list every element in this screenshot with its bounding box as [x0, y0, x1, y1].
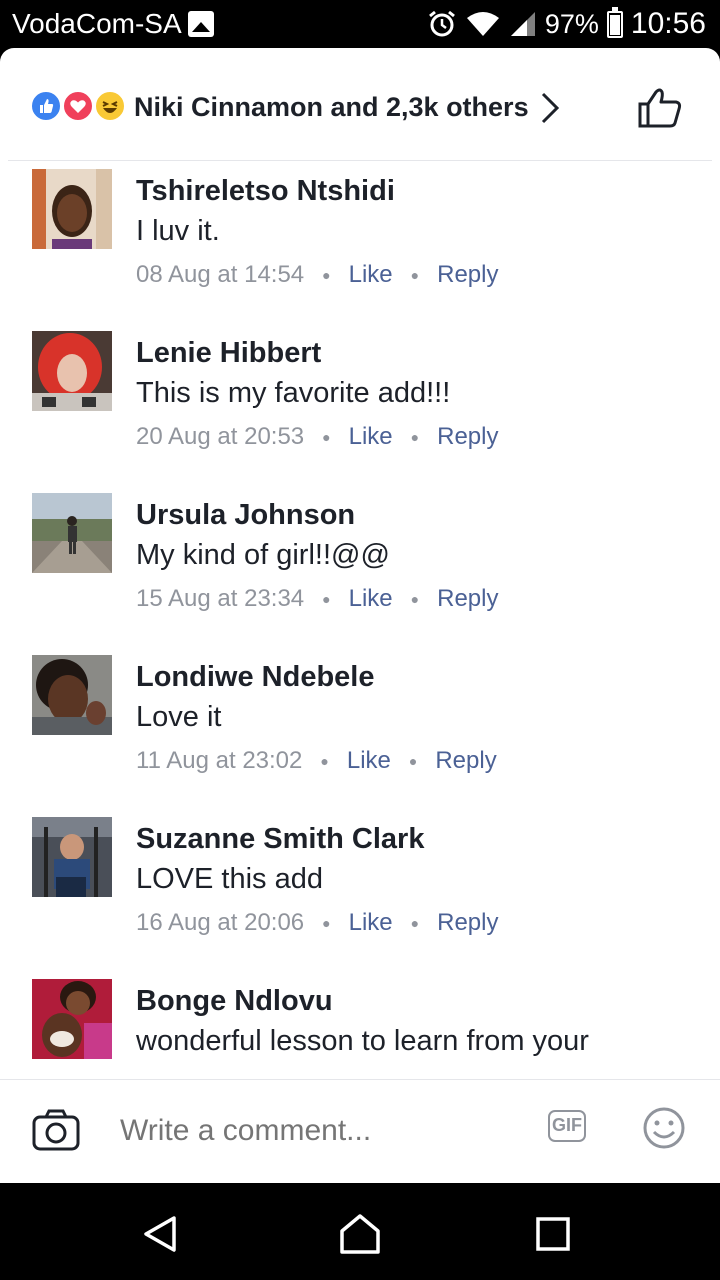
comments-sheet: Niki Cinnamon and 2,3k others Tshirelets… [0, 48, 720, 1183]
like-link[interactable]: Like [349, 423, 393, 451]
reply-link[interactable]: Reply [435, 747, 496, 775]
comment-meta: 20 Aug at 20:53 ● Like ● Reply [136, 423, 498, 451]
separator-dot: ● [410, 267, 420, 283]
reply-link[interactable]: Reply [437, 261, 498, 289]
home-icon[interactable] [338, 1213, 382, 1255]
comment-timestamp: 08 Aug at 14:54 [136, 261, 305, 288]
avatar[interactable] [32, 169, 112, 249]
thumbs-up-icon[interactable] [636, 86, 684, 130]
reaction-icons [30, 90, 130, 124]
chevron-right-icon[interactable] [538, 90, 562, 126]
comment-item: Ursula Johnson My kind of girl!!@@ 15 Au… [0, 485, 720, 647]
like-link[interactable]: Like [349, 909, 393, 937]
status-icons: 97% 10:56 [427, 6, 706, 40]
reply-link[interactable]: Reply [437, 423, 498, 451]
reactors-summary[interactable]: Niki Cinnamon and 2,3k others [134, 92, 529, 123]
battery-icon [606, 6, 623, 38]
carrier-name: VodaCom-SA [12, 8, 182, 39]
alarm-icon [428, 10, 455, 37]
like-link[interactable]: Like [349, 261, 393, 289]
haha-reaction-icon [94, 90, 126, 122]
avatar[interactable] [32, 655, 112, 735]
separator-dot: ● [408, 753, 418, 769]
comment-item: Suzanne Smith Clark LOVE this add 16 Aug… [0, 809, 720, 971]
comment-author[interactable]: Suzanne Smith Clark [136, 823, 424, 856]
comment-timestamp: 20 Aug at 20:53 [136, 423, 305, 450]
like-link[interactable]: Like [347, 747, 391, 775]
comment-item: Lenie Hibbert This is my favorite add!!!… [0, 323, 720, 485]
comment-author[interactable]: Londiwe Ndebele [136, 661, 374, 694]
comment-item: Tshireletso Ntshidi I luv it. 08 Aug at … [0, 161, 720, 323]
avatar[interactable] [32, 979, 112, 1059]
status-bar: VodaCom-SA 97% 10:56 [0, 0, 720, 48]
separator-dot: ● [322, 267, 331, 283]
comment-author[interactable]: Bonge Ndlovu [136, 985, 333, 1018]
like-reaction-icon [30, 90, 62, 122]
comment-meta: 16 Aug at 20:06 ● Like ● Reply [136, 909, 498, 937]
comment-text: LOVE this add [136, 863, 323, 895]
reactions-bar[interactable]: Niki Cinnamon and 2,3k others [0, 48, 720, 160]
navigation-bar [0, 1183, 720, 1280]
separator-dot: ● [410, 591, 420, 607]
avatar[interactable] [32, 817, 112, 897]
separator-dot: ● [320, 753, 329, 769]
comment-author[interactable]: Lenie Hibbert [136, 337, 321, 370]
comment-input[interactable] [120, 1114, 520, 1148]
recent-apps-icon[interactable] [536, 1217, 570, 1251]
emoji-icon[interactable] [642, 1106, 686, 1150]
battery-percent: 97% [544, 8, 599, 39]
camera-icon[interactable] [32, 1108, 80, 1152]
wifi-icon [466, 12, 499, 36]
separator-dot: ● [410, 429, 420, 445]
comment-text: My kind of girl!!@@ [136, 539, 390, 571]
avatar[interactable] [32, 331, 112, 411]
comment-composer: GIF [0, 1079, 720, 1183]
comment-item: Bonge Ndlovu wonderful lesson to learn f… [0, 971, 720, 1079]
clock: 10:56 [630, 7, 706, 40]
comment-timestamp: 16 Aug at 20:06 [136, 909, 305, 936]
comment-text: Love it [136, 701, 222, 733]
comment-text: I luv it. [136, 215, 220, 247]
love-reaction-icon [62, 90, 94, 122]
comment-text: wonderful lesson to learn from your [136, 1025, 589, 1057]
separator-dot: ● [322, 591, 331, 607]
like-link[interactable]: Like [349, 585, 393, 613]
reply-link[interactable]: Reply [437, 909, 498, 937]
comment-meta: 15 Aug at 23:34 ● Like ● Reply [136, 585, 498, 613]
comment-author[interactable]: Ursula Johnson [136, 499, 355, 532]
signal-icon [510, 12, 535, 36]
comment-timestamp: 11 Aug at 23:02 [136, 747, 303, 774]
comment-item: Londiwe Ndebele Love it 11 Aug at 23:02 … [0, 647, 720, 809]
comment-meta: 08 Aug at 14:54 ● Like ● Reply [136, 261, 498, 289]
comments-list[interactable]: Tshireletso Ntshidi I luv it. 08 Aug at … [0, 161, 720, 1079]
reply-link[interactable]: Reply [437, 585, 498, 613]
comment-timestamp: 15 Aug at 23:34 [136, 585, 305, 612]
comment-author[interactable]: Tshireletso Ntshidi [136, 175, 395, 208]
separator-dot: ● [410, 915, 420, 931]
gif-button[interactable]: GIF [548, 1110, 586, 1142]
avatar[interactable] [32, 493, 112, 573]
back-icon[interactable] [140, 1214, 180, 1254]
gallery-notification-icon [188, 11, 214, 37]
comment-meta: 11 Aug at 23:02 ● Like ● Reply [136, 747, 497, 775]
separator-dot: ● [322, 915, 331, 931]
comment-text: This is my favorite add!!! [136, 377, 451, 409]
separator-dot: ● [322, 429, 331, 445]
